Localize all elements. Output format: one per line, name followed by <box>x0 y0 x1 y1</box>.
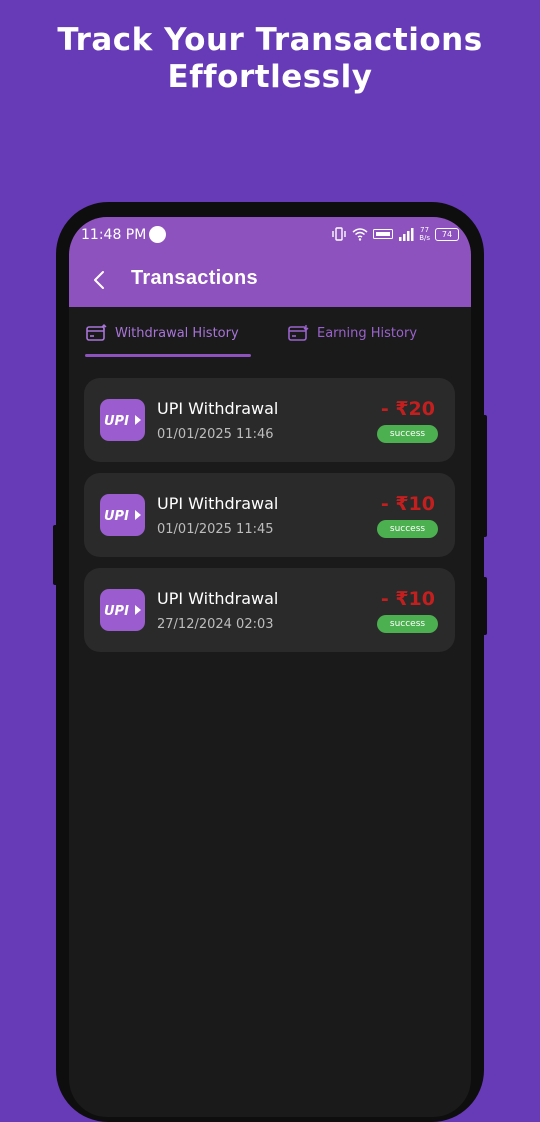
upi-logo-text: UPI <box>104 414 129 427</box>
transaction-date: 01/01/2025 11:45 <box>157 522 274 537</box>
transaction-amount: - ₹20 <box>380 398 435 420</box>
chevron-left-icon <box>94 271 104 289</box>
data-speed-unit: B/s <box>419 234 430 242</box>
upi-logo-mark: UPI <box>104 414 141 427</box>
status-time: 11:48 PM <box>81 227 147 243</box>
transaction-card[interactable]: UPI UPI Withdrawal 27/12/2024 02:03 - ₹1… <box>84 568 455 652</box>
upi-logo-mark: UPI <box>104 509 141 522</box>
transaction-amount: - ₹10 <box>380 493 435 515</box>
transaction-amount: - ₹10 <box>380 588 435 610</box>
active-tab-indicator <box>85 354 251 357</box>
data-speed: 77 B/s <box>419 226 430 242</box>
status-badge: success <box>377 425 438 443</box>
vibrate-icon <box>332 227 346 241</box>
phone-side-button-right-upper <box>482 415 487 537</box>
status-badge: success <box>377 520 438 538</box>
signal-icon <box>399 228 414 241</box>
status-icons: 77 B/s 74 <box>331 226 459 242</box>
upi-logo-mark: UPI <box>104 604 141 617</box>
back-button[interactable] <box>87 267 111 293</box>
tab-earning-history[interactable]: Earning History <box>288 321 417 345</box>
tab-bar: Withdrawal History Earning History <box>69 307 471 361</box>
withdraw-card-icon <box>86 324 107 341</box>
tab-withdrawal-history[interactable]: Withdrawal History <box>86 321 239 345</box>
battery-level: 74 <box>441 229 453 239</box>
phone-side-button-right-lower <box>482 577 487 635</box>
upi-logo-icon: UPI <box>100 494 145 536</box>
tab-earning-history-label: Earning History <box>317 325 418 341</box>
battery-icon: 74 <box>435 227 459 241</box>
tab-withdrawal-history-label: Withdrawal History <box>115 325 239 341</box>
upi-logo-icon: UPI <box>100 399 145 441</box>
page-title: Transactions <box>131 267 258 289</box>
status-bar: 11:48 PM 77 B/s 74 <box>69 217 471 253</box>
promo-heading-line1: Track Your Transactions <box>57 22 483 58</box>
phone-side-button-left <box>53 525 58 585</box>
upi-logo-text: UPI <box>104 509 129 522</box>
transaction-title: UPI Withdrawal <box>157 494 279 513</box>
transaction-title: UPI Withdrawal <box>157 589 279 608</box>
transaction-date: 01/01/2025 11:46 <box>157 427 274 442</box>
volte-icon <box>373 229 394 239</box>
transaction-date: 27/12/2024 02:03 <box>157 617 274 632</box>
transaction-card[interactable]: UPI UPI Withdrawal 01/01/2025 11:45 - ₹1… <box>84 473 455 557</box>
earning-card-icon <box>288 325 309 341</box>
status-badge: success <box>377 615 438 633</box>
promo-heading: Track Your Transactions Effortlessly <box>0 22 540 96</box>
upi-logo-icon: UPI <box>100 589 145 631</box>
upi-logo-text: UPI <box>104 604 129 617</box>
notification-dot-icon <box>149 226 166 243</box>
app-bar: Transactions <box>69 253 471 307</box>
transaction-card[interactable]: UPI UPI Withdrawal 01/01/2025 11:46 - ₹2… <box>84 378 455 462</box>
transaction-title: UPI Withdrawal <box>157 399 279 418</box>
data-speed-value: 77 <box>420 226 430 234</box>
wifi-icon <box>352 228 368 241</box>
transaction-list: UPI UPI Withdrawal 01/01/2025 11:46 - ₹2… <box>84 378 455 663</box>
promo-heading-line2: Effortlessly <box>167 59 373 95</box>
phone-screen: 11:48 PM 77 B/s 74 Transactions Withdraw… <box>69 217 471 1117</box>
